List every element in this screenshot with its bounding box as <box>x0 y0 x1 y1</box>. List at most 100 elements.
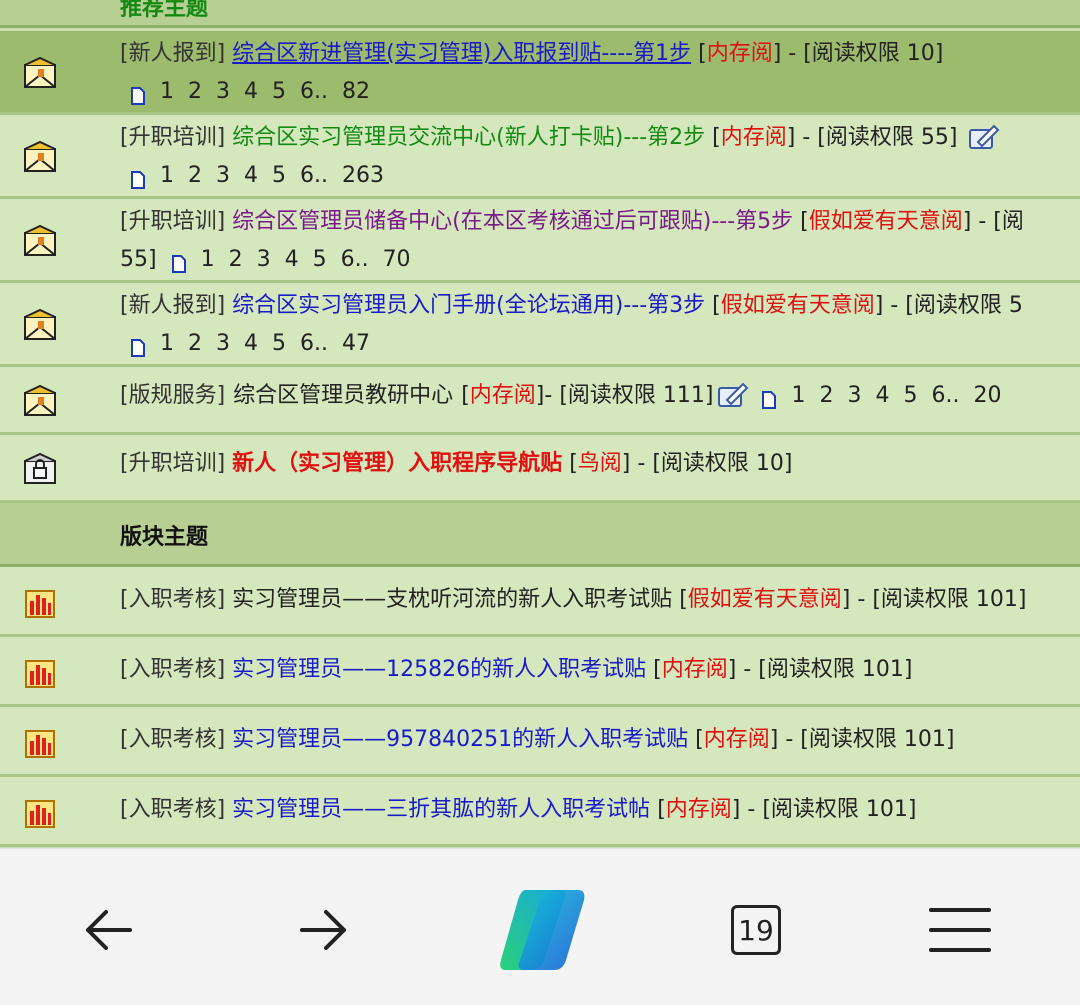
read-level: 内存阅 <box>469 383 536 408</box>
read-bracket: [ <box>712 125 721 150</box>
thread-category: [入职考核] <box>120 727 226 752</box>
page-link[interactable]: 70 <box>383 245 411 275</box>
thread-row[interactable]: [升职培训] 新人（实习管理）入职程序导航贴 [鸟阅] - [阅读权限 10] <box>0 435 1080 503</box>
thread-row[interactable]: [入职考核] 实习管理员——三折其肱的新人入职考试帖 [内存阅] - [阅读权限… <box>0 777 1080 847</box>
page-icon <box>171 255 186 273</box>
page-link[interactable]: 3 <box>216 161 230 191</box>
read-level: 假如爱有天意阅 <box>687 587 842 612</box>
read-permission: - [阅读权限 10] <box>630 451 793 476</box>
page-link[interactable]: 3 <box>847 381 861 411</box>
page-link[interactable]: 20 <box>973 381 1001 411</box>
page-link[interactable]: 4 <box>285 245 299 275</box>
read-permission: - [阅 <box>971 209 1024 234</box>
thread-category: [新人报到] <box>120 41 226 66</box>
thread-title-link[interactable]: 综合区新进管理(实习管理)入职报到贴----第1步 <box>232 41 691 66</box>
read-bracket: [ <box>653 657 662 682</box>
read-permission: - [阅读权限 101] <box>778 727 955 752</box>
page-link[interactable]: 5 <box>272 329 286 359</box>
page-link[interactable]: 263 <box>342 161 384 191</box>
read-bracket: [ <box>712 293 721 318</box>
thread-folder-icon <box>24 308 56 340</box>
section-header-recommended: 推荐主题 <box>0 0 1080 28</box>
page-link[interactable]: 2 <box>188 77 202 107</box>
read-permission: - [阅读权限 5 <box>883 293 1023 318</box>
thread-title-link[interactable]: 实习管理员——957840251的新人入职考试贴 <box>232 727 688 752</box>
page-link[interactable]: 5 <box>313 245 327 275</box>
page-link[interactable]: 47 <box>342 329 370 359</box>
thread-title-link[interactable]: 实习管理员——三折其肱的新人入职考试帖 <box>232 797 650 822</box>
page-link[interactable]: 4 <box>244 161 258 191</box>
thread-row[interactable]: [入职考核] 实习管理员——支枕听河流的新人入职考试贴 [假如爱有天意阅] - … <box>0 567 1080 637</box>
menu-button[interactable] <box>920 895 1000 965</box>
tabs-button[interactable]: 19 <box>716 895 796 965</box>
page-link[interactable]: 82 <box>342 77 370 107</box>
thread-category: [入职考核] <box>120 587 226 612</box>
page-link[interactable]: 1 <box>160 77 174 107</box>
read-permission: - [阅读权限 111] <box>544 383 714 408</box>
thread-category: [版规服务] <box>120 383 226 408</box>
page-link[interactable]: 5 <box>272 161 286 191</box>
read-permission: - [阅读权限 10] <box>781 41 944 66</box>
thread-title-link[interactable]: 综合区实习管理员入门手册(全论坛通用)---第3步 <box>232 293 705 318</box>
read-level: 假如爱有天意阅 <box>808 209 963 234</box>
read-level: 内存阅 <box>720 125 787 150</box>
forward-button[interactable] <box>284 895 364 965</box>
page-link[interactable]: 5 <box>272 77 286 107</box>
page-link[interactable]: 1 <box>160 161 174 191</box>
thread-title-link[interactable]: 综合区管理员教研中心 <box>233 381 453 411</box>
read-bracket: [ <box>698 41 707 66</box>
thread-row[interactable]: [新人报到] 综合区实习管理员入门手册(全论坛通用)---第3步 [假如爱有天意… <box>0 283 1080 367</box>
read-level: 假如爱有天意阅 <box>720 293 875 318</box>
page-link[interactable]: 4 <box>875 381 889 411</box>
thread-row[interactable]: [版规服务] 综合区管理员教研中心 [内存阅] - [阅读权限 111] 1 2… <box>0 367 1080 435</box>
read-permission: - [阅读权限 101] <box>736 657 913 682</box>
read-bracket: [ <box>695 727 704 752</box>
page-link[interactable]: 4 <box>244 77 258 107</box>
page-link[interactable]: 3 <box>216 77 230 107</box>
page-link[interactable]: 1 <box>201 245 215 275</box>
thread-title-link[interactable]: 综合区管理员储备中心(在本区考核通过后可跟贴)---第5步 <box>232 209 793 234</box>
page-icon <box>131 171 145 189</box>
back-button[interactable] <box>68 895 148 965</box>
thread-row[interactable]: [升职培训] 综合区管理员储备中心(在本区考核通过后可跟贴)---第5步 [假如… <box>0 199 1080 283</box>
page-link[interactable]: 2 <box>819 381 833 411</box>
page-link[interactable]: 6.. <box>341 245 369 275</box>
copilot-button[interactable] <box>494 882 590 978</box>
thread-row[interactable]: [入职考核] 实习管理员——125826的新人入职考试贴 [内存阅] - [阅读… <box>0 637 1080 707</box>
page-link[interactable]: 6.. <box>300 77 328 107</box>
section-header-board: 版块主题 <box>0 503 1080 567</box>
read-level: 内存阅 <box>661 657 728 682</box>
page-link[interactable]: 6.. <box>300 161 328 191</box>
thread-title-link[interactable]: 新人（实习管理）入职程序导航贴 <box>232 451 562 476</box>
thread-title-link[interactable]: 综合区实习管理员交流中心(新人打卡贴)---第2步 <box>232 125 705 150</box>
page-link[interactable]: 1 <box>791 381 805 411</box>
page-link[interactable]: 5 <box>903 381 917 411</box>
page-icon <box>762 391 777 409</box>
thread-row[interactable]: [新人报到] 综合区新进管理(实习管理)入职报到贴----第1步 [内存阅] -… <box>0 31 1080 115</box>
thread-folder-icon <box>24 384 56 416</box>
page-link[interactable]: 2 <box>188 161 202 191</box>
page-link[interactable]: 6.. <box>300 329 328 359</box>
page-link[interactable]: 3 <box>257 245 271 275</box>
page-icon <box>131 339 145 357</box>
page-link[interactable]: 3 <box>216 329 230 359</box>
back-arrow-icon <box>86 910 132 950</box>
forward-arrow-icon <box>300 910 346 950</box>
thread-category: [升职培训] <box>120 451 226 476</box>
page-link[interactable]: 2 <box>229 245 243 275</box>
page-link[interactable]: 1 <box>160 329 174 359</box>
thread-title-link[interactable]: 实习管理员——125826的新人入职考试贴 <box>232 657 646 682</box>
thread-category: [入职考核] <box>120 657 226 682</box>
thread-row[interactable]: [升职培训] 综合区实习管理员交流中心(新人打卡贴)---第2步 [内存阅] -… <box>0 115 1080 199</box>
edit-icon <box>969 124 1000 149</box>
thread-row[interactable]: [入职考核] 实习管理员——957840251的新人入职考试贴 [内存阅] - … <box>0 707 1080 777</box>
page-link[interactable]: 2 <box>188 329 202 359</box>
thread-title-link[interactable]: 实习管理员——支枕听河流的新人入职考试贴 <box>232 587 672 612</box>
page-link[interactable]: 6.. <box>931 381 959 411</box>
locked-thread-icon <box>24 452 56 484</box>
read-bracket: ] <box>772 41 782 66</box>
thread-folder-icon <box>24 56 56 88</box>
page-link[interactable]: 4 <box>244 329 258 359</box>
read-level: 内存阅 <box>665 797 732 822</box>
poll-chart-icon <box>25 590 55 618</box>
